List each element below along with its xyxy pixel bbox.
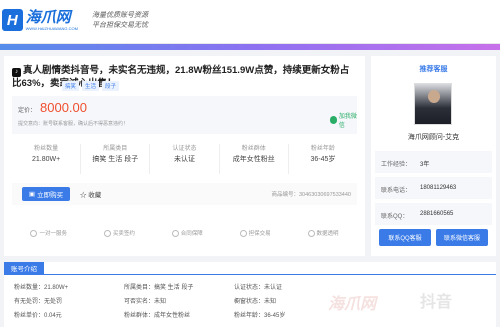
advisor-avatar bbox=[414, 83, 452, 125]
advisor-experience: 工作经验： 3年 bbox=[375, 151, 492, 173]
tag: 生活 bbox=[82, 81, 100, 91]
escrow-icon bbox=[239, 229, 247, 237]
intro-item: 粉丝数量：21.80W+ bbox=[14, 285, 69, 291]
tag: 段子 bbox=[102, 81, 120, 91]
logo-mark: H bbox=[2, 9, 23, 31]
feature-item: 一对一服务 bbox=[30, 224, 67, 242]
site-header: H 海爪网 WWW.HAIZHUAWANG.COM 海量优质账号资源 平台担保交… bbox=[0, 0, 500, 44]
data-icon bbox=[307, 229, 315, 237]
advisor-name: 海爪网顾问-艾克 bbox=[407, 134, 460, 141]
stat-verification: 认证状态 未认证 bbox=[150, 144, 220, 174]
site-slogan: 海量优质账号资源 平台担保交易无忧 bbox=[92, 10, 148, 30]
header-gradient-bar bbox=[0, 44, 500, 50]
site-logo[interactable]: H 海爪网 WWW.HAIZHUAWANG.COM bbox=[2, 6, 78, 34]
cart-icon: ▣ bbox=[28, 191, 36, 198]
wechat-icon bbox=[330, 116, 337, 124]
intro-item: 所属类目：搞笑 生活 段子 bbox=[124, 285, 194, 291]
feature-label: 合同保障 bbox=[180, 231, 203, 237]
price-value: 8000.00 bbox=[40, 100, 87, 115]
slogan-line-2: 平台担保交易无忧 bbox=[92, 21, 148, 29]
feature-label: 一对一服务 bbox=[39, 231, 67, 237]
stat-label: 粉丝数量 bbox=[34, 146, 59, 152]
feature-label: 数据透明 bbox=[316, 231, 339, 237]
row-key: 工作经验： bbox=[381, 162, 412, 168]
stat-label: 所属类目 bbox=[103, 146, 128, 152]
logo-text: 海爪网 WWW.HAIZHUAWANG.COM bbox=[25, 8, 78, 31]
advisor-qq: 联系QQ： 2881660565 bbox=[375, 203, 492, 225]
product-number: 商品编号：30463030697533440 bbox=[271, 192, 351, 198]
stat-fans: 粉丝数量 21.80W+ bbox=[12, 144, 82, 174]
stat-category: 所属类目 搞笑 生活 段子 bbox=[81, 144, 151, 174]
contract-icon bbox=[103, 229, 111, 237]
stat-value: 21.80W+ bbox=[31, 156, 61, 163]
feature-label: 买卖签约 bbox=[112, 231, 135, 237]
slogan-line-1: 海量优质账号资源 bbox=[92, 11, 148, 19]
advisor-header: 推荐客服 bbox=[419, 66, 448, 73]
feature-item: 买卖签约 bbox=[103, 224, 135, 242]
stat-age: 粉丝年龄 36-45岁 bbox=[289, 144, 357, 174]
tab-account-intro[interactable]: 账号介绍 bbox=[4, 262, 44, 274]
stat-label: 粉丝年龄 bbox=[310, 146, 335, 152]
service-features: 一对一服务 买卖签约 合同保障 担保交易 数据透明 bbox=[12, 224, 357, 242]
advisor-panel: 推荐客服 海爪网顾问-艾克 工作经验： 3年 联系电话： 18081129463… bbox=[371, 56, 496, 256]
favorite-button[interactable]: ☆ 收藏 bbox=[80, 189, 101, 199]
price-note: 提交意向：账号联系客服，确认后不得恶意违约！ bbox=[18, 121, 129, 127]
stat-value: 未认证 bbox=[174, 156, 195, 163]
add-wechat-button[interactable]: 加我微信 bbox=[330, 111, 357, 129]
divider bbox=[4, 274, 496, 275]
action-row: ▣ 立即购买 ☆ 收藏 商品编号：30463030697533440 bbox=[12, 183, 357, 205]
stat-value: 成年女性粉丝 bbox=[232, 156, 275, 163]
advisor-phone: 联系电话： 18081129463 bbox=[375, 177, 492, 199]
price-label: 定价： bbox=[18, 108, 37, 114]
tag: 搞笑 bbox=[62, 81, 80, 91]
intro-item: 粉丝单价：0.04元 bbox=[14, 313, 62, 319]
logo-title: 海爪网 bbox=[25, 8, 71, 26]
add-wechat-label: 加我微信 bbox=[338, 114, 357, 129]
stat-label: 粉丝群体 bbox=[241, 146, 266, 152]
row-key: 联系QQ： bbox=[381, 214, 409, 220]
tiktok-icon: ♪ bbox=[12, 68, 21, 77]
intro-item: 粉丝群体：成年女性粉丝 bbox=[124, 313, 191, 319]
stat-value: 搞笑 生活 段子 bbox=[92, 156, 139, 163]
site-watermark: 海爪网 bbox=[328, 296, 377, 313]
intro-item: 有无处罚：无处罚 bbox=[14, 299, 63, 305]
listing-panel: ♪ 真人剧情类抖音号，未实名无违规，21.8W粉丝151.9W点赞，持续更新女粉占… bbox=[4, 56, 365, 256]
logo-url: WWW.HAIZHUAWANG.COM bbox=[25, 25, 78, 31]
price-box: 定价： 8000.00 提交意向：账号联系客服，确认后不得恶意违约！ 加我微信 bbox=[12, 96, 357, 134]
tag-list: 搞笑 生活 段子 bbox=[62, 81, 120, 91]
douyin-watermark: 抖音 bbox=[420, 294, 453, 311]
row-key: 联系电话： bbox=[381, 188, 412, 194]
feature-label: 担保交易 bbox=[248, 231, 271, 237]
feature-item: 担保交易 bbox=[239, 224, 271, 242]
buy-now-label: 立即购买 bbox=[37, 192, 64, 199]
service-icon bbox=[30, 229, 38, 237]
intro-item: 可否实名：未知 bbox=[124, 299, 167, 305]
stat-value: 36-45岁 bbox=[310, 156, 336, 163]
row-value[interactable]: 2881660565 bbox=[420, 211, 453, 217]
stats-row: 粉丝数量 21.80W+ 所属类目 搞笑 生活 段子 认证状态 未认证 粉丝群体… bbox=[12, 144, 357, 174]
row-value: 3年 bbox=[420, 162, 430, 168]
stat-label: 认证状态 bbox=[172, 146, 197, 152]
buy-now-button[interactable]: ▣ 立即购买 bbox=[22, 187, 70, 201]
feature-item: 数据透明 bbox=[307, 224, 339, 242]
shield-icon bbox=[171, 229, 179, 237]
avatar-face bbox=[428, 90, 440, 103]
feature-item: 合同保障 bbox=[171, 224, 203, 242]
row-value[interactable]: 18081129463 bbox=[420, 185, 456, 191]
contact-wechat-button[interactable]: 联系微信客服 bbox=[436, 229, 488, 246]
stat-audience: 粉丝群体 成年女性粉丝 bbox=[220, 144, 289, 174]
contact-qq-button[interactable]: 联系QQ客服 bbox=[379, 229, 431, 246]
